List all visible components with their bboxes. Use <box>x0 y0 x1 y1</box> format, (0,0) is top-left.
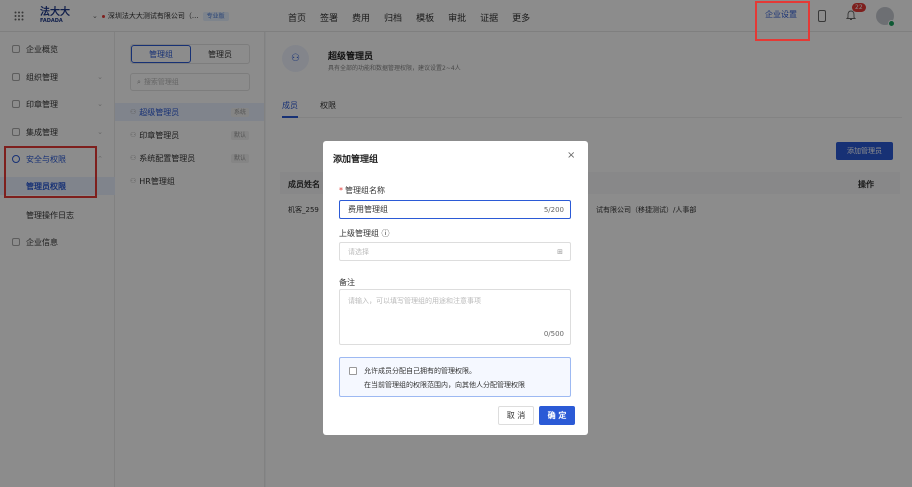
delegate-permission-checkbox[interactable] <box>349 367 357 375</box>
confirm-button[interactable]: 确 定 <box>539 406 575 425</box>
enterprise-settings-highlight-box <box>755 1 810 41</box>
required-mark: * <box>339 186 343 195</box>
tree-select-icon: ⊞ <box>557 247 563 256</box>
delegate-permission-text-2: 在当前管理组的权限范围内，向其他人分配管理权限 <box>364 381 525 389</box>
cancel-button[interactable]: 取 消 <box>498 406 534 425</box>
close-icon[interactable]: × <box>567 150 575 161</box>
parent-group-placeholder: 请选择 <box>348 247 369 256</box>
remark-label: 备注 <box>339 278 355 287</box>
remark-textarea[interactable]: 请输入，可以填写管理组的用途和注意事项 0/500 <box>339 289 571 345</box>
delegate-permission-option: 允许成员分配自己拥有的管理权限。 在当前管理组的权限范围内，向其他人分配管理权限 <box>339 357 571 397</box>
group-name-value: 费用管理组 <box>348 205 388 214</box>
remark-placeholder: 请输入，可以填写管理组的用途和注意事项 <box>348 297 481 305</box>
dialog-title: 添加管理组 <box>333 155 379 165</box>
group-name-label-text: 管理组名称 <box>345 186 385 195</box>
delegate-permission-text-1: 允许成员分配自己拥有的管理权限。 <box>364 367 476 375</box>
group-name-counter: 5/200 <box>543 205 564 214</box>
remark-counter: 0/500 <box>543 330 564 338</box>
parent-group-select[interactable]: 请选择 ⊞ <box>339 242 571 261</box>
add-group-dialog: 添加管理组 × * 管理组名称 费用管理组 5/200 上级管理组 ⓘ 请选择 ⊞… <box>323 141 588 435</box>
group-name-input[interactable]: 费用管理组 5/200 <box>339 200 571 219</box>
parent-group-label: 上级管理组 ⓘ <box>339 229 390 238</box>
group-name-label: * 管理组名称 <box>339 185 385 196</box>
